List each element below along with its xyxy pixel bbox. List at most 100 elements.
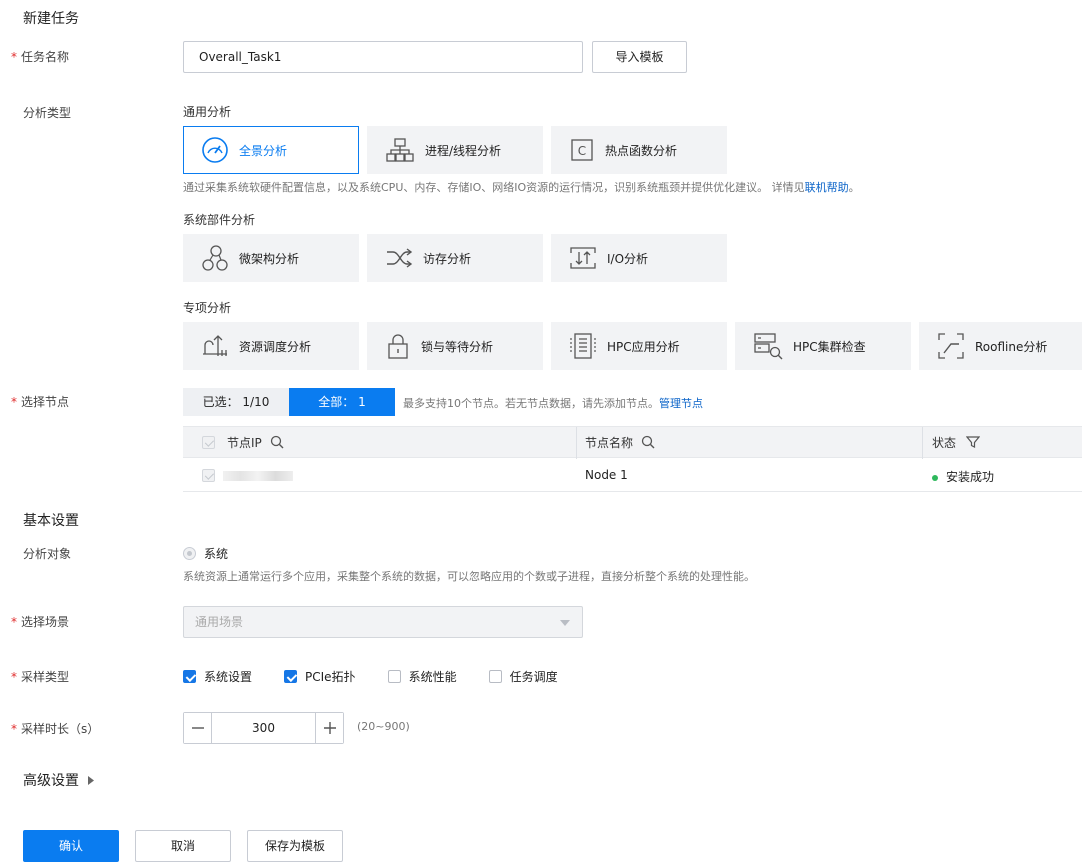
card-hotspot-function-analysis[interactable]: C 热点函数分析	[551, 126, 727, 174]
svg-text:C: C	[578, 144, 586, 158]
manage-nodes-link[interactable]: 管理节点	[659, 397, 703, 410]
checkbox-task-scheduling[interactable]	[488, 670, 502, 683]
import-template-button[interactable]: 导入模板	[592, 41, 687, 73]
task-name-input[interactable]: Overall_Task1	[183, 41, 583, 73]
card-label: 资源调度分析	[239, 339, 312, 354]
checkbox-system-performance[interactable]	[387, 670, 401, 683]
checkbox-label: 系统性能	[408, 670, 457, 684]
cancel-button[interactable]: 取消	[135, 830, 231, 862]
roofline-icon	[938, 333, 964, 359]
tab-selected-nodes[interactable]: 已选： 1/10	[183, 388, 289, 416]
card-lock-wait-analysis[interactable]: 锁与等待分析	[367, 322, 543, 370]
advanced-settings-toggle[interactable]: 高级设置	[23, 770, 94, 790]
confirm-button[interactable]: 确认	[23, 830, 119, 862]
card-label: 全景分析	[239, 143, 288, 158]
analysis-target-radio[interactable]: 系统	[183, 545, 228, 562]
filter-icon[interactable]	[965, 435, 981, 449]
analysis-type-label: 分析类型	[23, 106, 72, 120]
card-process-thread-analysis[interactable]: 进程/线程分析	[367, 126, 543, 174]
sample-type-label: * 采样类型	[11, 670, 70, 684]
schedule-icon	[203, 335, 227, 356]
card-resource-scheduling-analysis[interactable]: 资源调度分析	[183, 322, 359, 370]
lock-icon	[388, 334, 408, 359]
save-as-template-button[interactable]: 保存为模板	[247, 830, 343, 862]
card-roofline-analysis[interactable]: Roofline分析	[919, 322, 1082, 370]
checkbox-pcie-topology[interactable]	[284, 670, 298, 683]
checkbox-label: PCIe拓扑	[305, 670, 356, 684]
c-function-icon: C	[571, 139, 593, 161]
column-node-name: 节点名称	[585, 427, 655, 459]
duration-range: (20~900)	[357, 720, 410, 733]
card-label: Roofline分析	[975, 339, 1048, 354]
node-filter-tabs: 已选： 1/10 全部： 1	[183, 388, 395, 416]
task-name-label: * 任务名称	[11, 50, 70, 64]
column-divider	[576, 427, 577, 459]
card-io-analysis[interactable]: I/O分析	[551, 234, 727, 282]
page-title: 新建任务	[23, 11, 79, 27]
caret-right-icon	[88, 775, 94, 785]
node-table-header: 节点IP 节点名称 状态	[183, 426, 1082, 459]
column-divider	[922, 427, 923, 459]
card-label: I/O分析	[607, 251, 649, 266]
component-analysis-title: 系统部件分析	[183, 213, 256, 227]
status-success-dot	[932, 474, 938, 481]
hierarchy-icon	[386, 138, 414, 162]
duration-label: * 采样时长（s）	[11, 722, 100, 736]
node-hint: 最多支持10个节点。若无节点数据，请先添加节点。管理节点	[403, 397, 703, 410]
card-memory-access-analysis[interactable]: 访存分析	[367, 234, 543, 282]
gauge-icon	[202, 137, 228, 163]
card-label: HPC集群检查	[793, 339, 866, 354]
checkbox-label: 任务调度	[509, 670, 558, 684]
card-panorama-analysis[interactable]: 全景分析	[183, 126, 359, 174]
card-label: 进程/线程分析	[425, 143, 502, 158]
plus-icon	[323, 722, 336, 734]
card-label: 锁与等待分析	[421, 339, 494, 354]
analysis-target-label: 分析对象	[23, 547, 72, 561]
tab-all-nodes[interactable]: 全部： 1	[289, 388, 395, 416]
increment-button[interactable]	[316, 713, 343, 743]
select-node-label: * 选择节点	[11, 395, 70, 409]
scenario-label: * 选择场景	[11, 615, 70, 629]
decrement-button[interactable]	[184, 713, 211, 743]
card-label: 热点函数分析	[605, 143, 678, 158]
search-icon[interactable]	[270, 435, 284, 449]
row-divider	[183, 491, 1082, 492]
duration-input[interactable]: 300	[211, 713, 316, 743]
row-checkbox[interactable]	[202, 469, 215, 482]
card-hpc-cluster-check[interactable]: HPC集群检查	[735, 322, 911, 370]
io-icon	[570, 247, 596, 269]
card-hpc-application-analysis[interactable]: HPC应用分析	[551, 322, 727, 370]
panorama-description: 通过采集系统软硬件配置信息，以及系统CPU、内存、存储IO、网络IO资源的运行情…	[183, 181, 860, 194]
special-analysis-title: 专项分析	[183, 301, 232, 315]
checkbox-label: 系统设置	[204, 670, 253, 684]
radio-system-label: 系统	[204, 547, 229, 561]
scenario-select[interactable]: 通用场景	[183, 606, 583, 638]
hpc-app-icon	[570, 333, 596, 359]
column-status: 状态	[932, 427, 981, 459]
online-help-link[interactable]: 联机帮助	[805, 181, 849, 194]
analysis-target-description: 系统资源上通常运行多个应用，采集整个系统的数据，可以忽略应用的个数或子进程，直接…	[183, 570, 755, 583]
card-label: 访存分析	[423, 251, 472, 266]
general-analysis-title: 通用分析	[183, 105, 232, 119]
redacted-node-ip	[223, 471, 293, 481]
card-label: 微架构分析	[239, 251, 300, 266]
radio-system[interactable]	[183, 547, 196, 560]
micro-arch-icon	[202, 245, 228, 271]
hpc-cluster-icon	[754, 333, 783, 360]
table-row[interactable]: Node 1 安装成功	[183, 459, 1082, 491]
shuffle-icon	[387, 248, 413, 268]
checkbox-system-settings[interactable]	[183, 670, 196, 683]
column-node-ip: 节点IP	[227, 427, 284, 459]
node-name-cell: Node 1	[585, 468, 628, 482]
search-icon[interactable]	[641, 435, 655, 449]
select-all-checkbox[interactable]	[202, 436, 215, 449]
advanced-settings-title: 高级设置	[23, 773, 79, 789]
basic-settings-title: 基本设置	[23, 513, 79, 529]
minus-icon	[191, 727, 204, 729]
sample-type-group: 系统设置 PCIe拓扑 系统性能 任务调度	[183, 668, 558, 685]
card-microarchitecture-analysis[interactable]: 微架构分析	[183, 234, 359, 282]
caret-down-icon	[560, 620, 570, 626]
duration-stepper: 300	[183, 712, 344, 744]
scenario-select-value: 通用场景	[195, 615, 244, 629]
card-label: HPC应用分析	[607, 339, 680, 354]
